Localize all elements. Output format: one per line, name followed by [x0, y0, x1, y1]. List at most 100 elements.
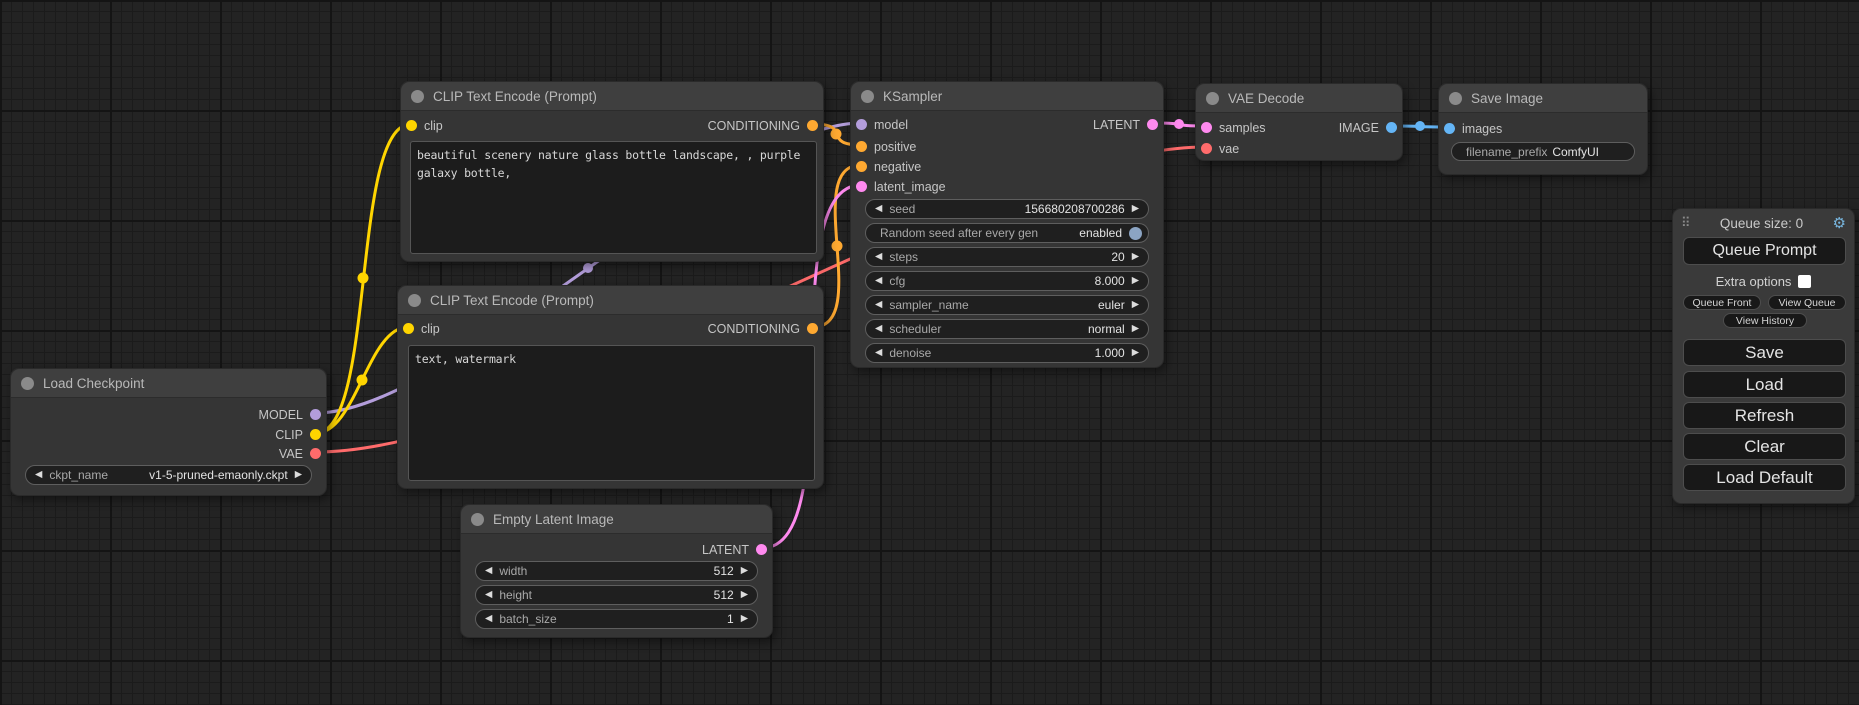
node-header[interactable]: Load Checkpoint [11, 369, 326, 398]
increment-arrow-icon[interactable]: ▶ [1132, 348, 1139, 358]
negative-input-port[interactable] [856, 161, 867, 172]
width-widget[interactable]: ◀ width 512 ▶ [475, 561, 758, 581]
model-input-port[interactable] [856, 119, 867, 130]
node-header[interactable]: Empty Latent Image [461, 505, 772, 534]
node-graph-canvas[interactable]: Load Checkpoint MODEL CLIP VAE ◀ ckpt_na… [0, 0, 1859, 705]
slot-conditioning-output: CONDITIONING [708, 118, 818, 133]
view-history-button[interactable]: View History [1723, 313, 1807, 328]
cfg-widget[interactable]: ◀ cfg 8.000 ▶ [865, 271, 1149, 291]
increment-arrow-icon[interactable]: ▶ [1132, 276, 1139, 286]
images-input-port[interactable] [1444, 123, 1455, 134]
latent-image-input-port[interactable] [856, 181, 867, 192]
node-clip-text-encode-positive[interactable]: CLIP Text Encode (Prompt) clip CONDITION… [400, 81, 824, 262]
clip-input-port[interactable] [406, 120, 417, 131]
steps-widget[interactable]: ◀ steps 20 ▶ [865, 247, 1149, 267]
decrement-arrow-icon[interactable]: ◀ [875, 204, 882, 214]
decrement-arrow-icon[interactable]: ◀ [485, 566, 492, 576]
slot-clip-input: clip [403, 321, 440, 336]
load-button[interactable]: Load [1683, 371, 1846, 398]
image-output-port[interactable] [1386, 122, 1397, 133]
latent-output-port[interactable] [1147, 119, 1158, 130]
node-header[interactable]: Save Image [1439, 84, 1647, 113]
node-ksampler[interactable]: KSampler model positive negative latent_… [850, 81, 1164, 368]
increment-arrow-icon[interactable]: ▶ [1132, 204, 1139, 214]
gear-icon[interactable]: ⚙ [1833, 214, 1846, 232]
slot-clip-output: CLIP [275, 427, 321, 442]
queue-front-button[interactable]: Queue Front [1683, 295, 1761, 310]
scheduler-widget[interactable]: ◀ scheduler normal ▶ [865, 319, 1149, 339]
node-title: CLIP Text Encode (Prompt) [433, 89, 597, 104]
height-widget[interactable]: ◀ height 512 ▶ [475, 585, 758, 605]
node-header[interactable]: CLIP Text Encode (Prompt) [401, 82, 823, 111]
denoise-widget[interactable]: ◀ denoise 1.000 ▶ [865, 343, 1149, 363]
decrement-arrow-icon[interactable]: ◀ [485, 614, 492, 624]
increment-arrow-icon[interactable]: ▶ [1132, 324, 1139, 334]
load-default-button[interactable]: Load Default [1683, 464, 1846, 491]
random-seed-toggle[interactable] [1129, 227, 1142, 240]
node-title: VAE Decode [1228, 91, 1304, 106]
collapse-dot-icon[interactable] [1449, 92, 1462, 105]
queue-size-label: Queue size: 0 [1691, 216, 1833, 231]
slot-latent-output: LATENT [702, 542, 767, 557]
sampler-name-widget[interactable]: ◀ sampler_name euler ▶ [865, 295, 1149, 315]
increment-arrow-icon[interactable]: ▶ [741, 614, 748, 624]
filename-prefix-widget[interactable]: filename_prefix ComfyUI [1451, 142, 1635, 161]
node-load-checkpoint[interactable]: Load Checkpoint MODEL CLIP VAE ◀ ckpt_na… [10, 368, 327, 496]
increment-arrow-icon[interactable]: ▶ [1132, 300, 1139, 310]
node-empty-latent-image[interactable]: Empty Latent Image LATENT ◀ width 512 ▶ … [460, 504, 773, 638]
vae-output-port[interactable] [310, 448, 321, 459]
seed-widget[interactable]: ◀ seed 156680208700286 ▶ [865, 199, 1149, 219]
decrement-arrow-icon[interactable]: ◀ [875, 300, 882, 310]
collapse-dot-icon[interactable] [411, 90, 424, 103]
clear-button[interactable]: Clear [1683, 433, 1846, 460]
decrement-arrow-icon[interactable]: ◀ [875, 276, 882, 286]
positive-input-port[interactable] [856, 141, 867, 152]
clip-output-port[interactable] [310, 429, 321, 440]
increment-arrow-icon[interactable]: ▶ [741, 590, 748, 600]
random-seed-widget[interactable]: Random seed after every gen enabled [865, 223, 1149, 243]
increment-arrow-icon[interactable]: ▶ [1132, 252, 1139, 262]
decrement-arrow-icon[interactable]: ◀ [875, 252, 882, 262]
node-save-image[interactable]: Save Image images filename_prefix ComfyU… [1438, 83, 1648, 175]
latent-output-port[interactable] [756, 544, 767, 555]
node-header[interactable]: KSampler [851, 82, 1163, 111]
conditioning-output-port[interactable] [807, 120, 818, 131]
decrement-arrow-icon[interactable]: ◀ [875, 348, 882, 358]
slot-latent-output: LATENT [1093, 117, 1158, 132]
decrement-arrow-icon[interactable]: ◀ [485, 590, 492, 600]
increment-arrow-icon[interactable]: ▶ [741, 566, 748, 576]
slot-vae-output: VAE [279, 446, 321, 461]
slot-model-input: model [856, 117, 908, 132]
model-output-port[interactable] [310, 409, 321, 420]
node-title: Empty Latent Image [493, 512, 614, 527]
collapse-dot-icon[interactable] [21, 377, 34, 390]
collapse-dot-icon[interactable] [471, 513, 484, 526]
ckpt-name-widget[interactable]: ◀ ckpt_name v1-5-pruned-emaonly.ckpt ▶ [25, 465, 312, 485]
node-header[interactable]: CLIP Text Encode (Prompt) [398, 286, 823, 315]
drag-handle-icon[interactable]: ⠿ [1681, 215, 1691, 231]
node-vae-decode[interactable]: VAE Decode samples vae IMAGE [1195, 83, 1403, 161]
queue-prompt-button[interactable]: Queue Prompt [1683, 237, 1846, 265]
collapse-dot-icon[interactable] [1206, 92, 1219, 105]
decrement-arrow-icon[interactable]: ◀ [35, 470, 42, 480]
node-header[interactable]: VAE Decode [1196, 84, 1402, 113]
batch-size-widget[interactable]: ◀ batch_size 1 ▶ [475, 609, 758, 629]
clip-input-port[interactable] [403, 323, 414, 334]
positive-prompt-textarea[interactable]: beautiful scenery nature glass bottle la… [410, 141, 817, 254]
extra-options-row: Extra options [1673, 273, 1854, 290]
slot-model-output: MODEL [259, 407, 321, 422]
extra-options-checkbox[interactable] [1798, 275, 1811, 288]
collapse-dot-icon[interactable] [861, 90, 874, 103]
decrement-arrow-icon[interactable]: ◀ [875, 324, 882, 334]
slot-negative-input: negative [856, 159, 921, 174]
samples-input-port[interactable] [1201, 122, 1212, 133]
node-clip-text-encode-negative[interactable]: CLIP Text Encode (Prompt) clip CONDITION… [397, 285, 824, 489]
collapse-dot-icon[interactable] [408, 294, 421, 307]
conditioning-output-port[interactable] [807, 323, 818, 334]
save-button[interactable]: Save [1683, 339, 1846, 366]
negative-prompt-textarea[interactable]: text, watermark [408, 345, 815, 481]
refresh-button[interactable]: Refresh [1683, 402, 1846, 429]
vae-input-port[interactable] [1201, 143, 1212, 154]
view-queue-button[interactable]: View Queue [1768, 295, 1846, 310]
increment-arrow-icon[interactable]: ▶ [295, 470, 302, 480]
